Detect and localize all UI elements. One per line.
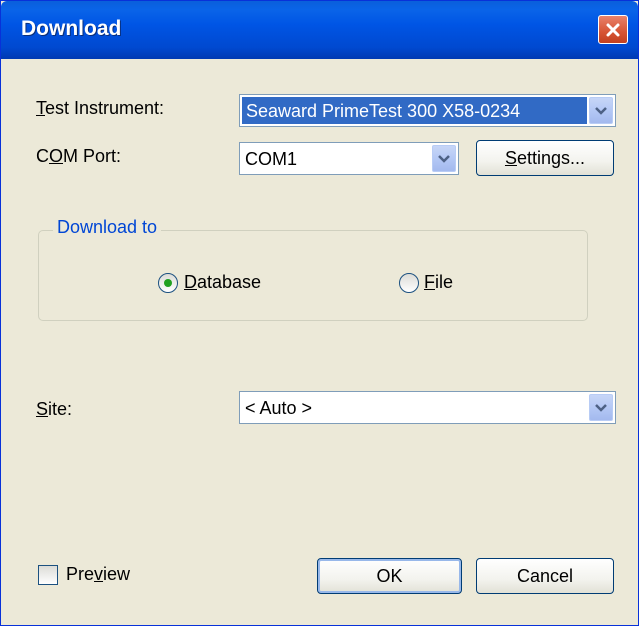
- test-instrument-value: Seaward PrimeTest 300 X58-0234: [246, 101, 521, 121]
- preview-label[interactable]: Preview: [66, 564, 130, 585]
- site-select[interactable]: < Auto >: [239, 391, 616, 424]
- close-icon: [606, 23, 620, 36]
- download-dialog: Download Test Instrument: Seaward PrimeT…: [0, 0, 639, 626]
- file-radio-label[interactable]: File: [424, 272, 453, 293]
- com-port-label: COM Port:: [36, 146, 122, 166]
- chevron-down-icon: [438, 154, 450, 163]
- database-radio[interactable]: [158, 273, 178, 293]
- chevron-down-icon: [595, 403, 607, 412]
- radio-selected-dot: [164, 279, 172, 287]
- com-port-dropdown-button[interactable]: [432, 145, 456, 172]
- test-instrument-select[interactable]: Seaward PrimeTest 300 X58-0234: [239, 94, 616, 127]
- site-value: < Auto >: [245, 398, 313, 418]
- database-radio-label[interactable]: Database: [184, 272, 261, 293]
- close-button[interactable]: [598, 15, 628, 44]
- preview-checkbox[interactable]: [38, 565, 58, 585]
- download-to-group: [38, 230, 588, 321]
- site-label: Site:: [36, 399, 73, 419]
- test-instrument-label: Test Instrument:: [36, 98, 165, 118]
- test-instrument-selected: Seaward PrimeTest 300 X58-0234: [242, 97, 587, 124]
- settings-button[interactable]: Settings...: [476, 140, 614, 176]
- title-bar[interactable]: Download: [1, 1, 638, 59]
- window-title: Download: [21, 17, 122, 40]
- file-radio[interactable]: [399, 273, 419, 293]
- ok-button[interactable]: OK: [317, 558, 462, 594]
- download-to-title: Download to: [53, 217, 162, 238]
- cancel-button[interactable]: Cancel: [476, 558, 614, 594]
- chevron-down-icon: [595, 106, 607, 115]
- test-instrument-dropdown-button[interactable]: [589, 97, 613, 124]
- com-port-value: COM1: [245, 149, 298, 169]
- com-port-select[interactable]: COM1: [239, 142, 459, 175]
- site-dropdown-button[interactable]: [589, 394, 613, 421]
